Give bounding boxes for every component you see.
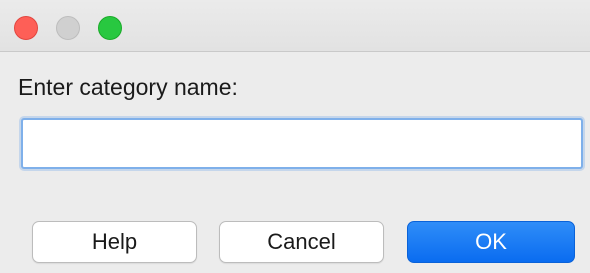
title-bar [0,0,590,52]
category-name-input[interactable] [21,118,583,169]
ok-button[interactable]: OK [407,221,575,263]
close-window-icon[interactable] [14,16,38,40]
minimize-window-icon[interactable] [56,16,80,40]
help-button[interactable]: Help [32,221,197,263]
cancel-button[interactable]: Cancel [219,221,384,263]
zoom-window-icon[interactable] [98,16,122,40]
category-name-dialog: Enter category name: Help Cancel OK [0,0,590,273]
prompt-label: Enter category name: [18,74,238,100]
